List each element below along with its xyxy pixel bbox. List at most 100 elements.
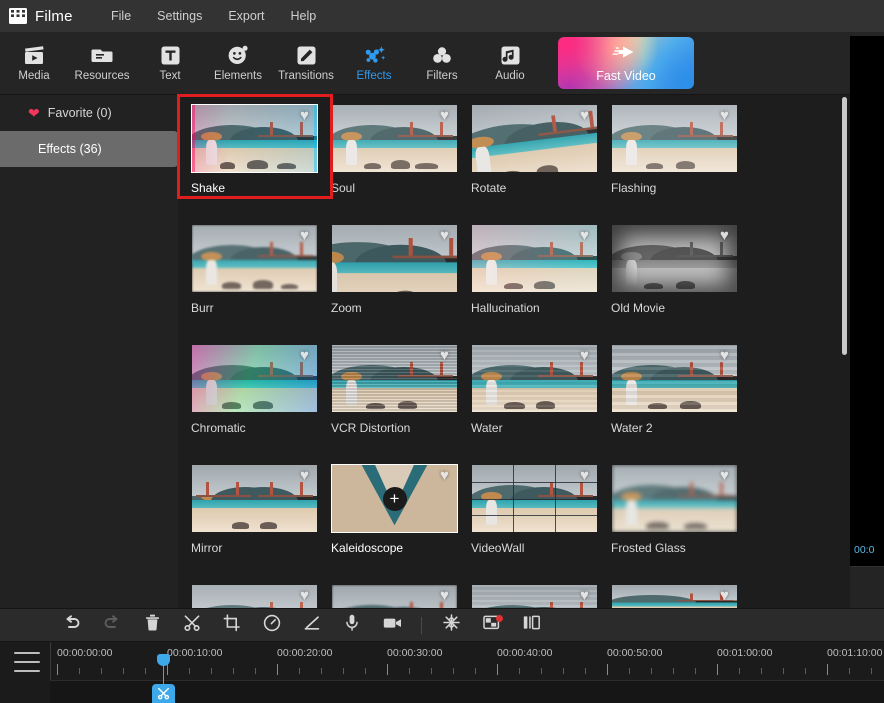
effect-thumbnail[interactable]: ♥ <box>191 224 318 293</box>
plus-icon[interactable]: + <box>382 486 407 511</box>
effect-card-row5-1[interactable]: ♥ <box>191 584 331 608</box>
playhead-knob[interactable] <box>157 654 170 666</box>
speed-button[interactable] <box>252 608 292 642</box>
effect-card-chromatic[interactable]: ♥ Chromatic <box>191 344 331 435</box>
voiceover-button[interactable] <box>332 608 372 642</box>
effect-thumbnail[interactable]: ♥ <box>611 344 738 413</box>
color-adjust-button[interactable] <box>292 608 332 642</box>
effect-thumbnail[interactable]: ♥ <box>331 104 458 173</box>
split-button[interactable] <box>172 608 212 642</box>
tab-transitions[interactable]: Transitions <box>272 32 340 95</box>
favorite-heart-icon[interactable]: ♥ <box>436 468 453 484</box>
effect-card-vcr-distortion[interactable]: ♥ VCR Distortion <box>331 344 471 435</box>
tab-text[interactable]: Text <box>136 32 204 95</box>
effect-card-videowall[interactable]: ♥ VideoWall <box>471 464 611 555</box>
effect-card-row5-4[interactable]: ♥ <box>611 584 751 608</box>
fast-video-button[interactable]: Fast Video <box>558 37 694 89</box>
effect-thumbnail[interactable]: ♥ <box>191 104 318 173</box>
favorite-heart-icon[interactable]: ♥ <box>296 348 313 364</box>
tab-filters[interactable]: Filters <box>408 32 476 95</box>
favorite-heart-icon[interactable]: ♥ <box>716 588 733 604</box>
effect-card-burr[interactable]: ♥ Burr <box>191 224 331 315</box>
menu-item-file[interactable]: File <box>111 9 131 23</box>
record-screen-button[interactable] <box>372 608 412 642</box>
effect-card-water-2[interactable]: ♥ Water 2 <box>611 344 751 435</box>
favorite-heart-icon[interactable]: ♥ <box>576 108 593 124</box>
favorite-heart-icon[interactable]: ♥ <box>576 468 593 484</box>
ruler-tick <box>827 664 828 675</box>
effect-thumbnail[interactable]: ♥ <box>331 224 458 293</box>
sidebar-item-favorite[interactable]: ❤ Favorite (0) <box>0 95 178 131</box>
effect-thumbnail[interactable]: ♥ <box>471 104 598 173</box>
favorite-heart-icon[interactable]: ♥ <box>576 348 593 364</box>
favorite-heart-icon[interactable]: ♥ <box>296 588 313 604</box>
sidebar-item-effects[interactable]: Effects (36) <box>0 131 178 167</box>
timeline-ruler[interactable]: 00:00:00:00 00:00:10:00 00:00:20:00 00:0… <box>50 642 884 680</box>
effect-thumbnail[interactable]: ♥ <box>471 224 598 293</box>
ruler-tick <box>343 668 344 674</box>
effect-card-row5-2[interactable]: ♥ <box>331 584 471 608</box>
menu-item-settings[interactable]: Settings <box>157 9 202 23</box>
effect-thumbnail[interactable]: ♥ <box>611 224 738 293</box>
green-screen-button[interactable] <box>471 608 511 642</box>
favorite-heart-icon[interactable]: ♥ <box>296 108 313 124</box>
tab-text-label: Text <box>159 70 181 83</box>
timeline-playhead[interactable] <box>152 654 175 703</box>
favorite-heart-icon[interactable]: ♥ <box>436 348 453 364</box>
redo-button[interactable] <box>92 608 132 642</box>
tab-audio[interactable]: Audio <box>476 32 544 95</box>
favorite-heart-icon[interactable]: ♥ <box>436 588 453 604</box>
tab-elements[interactable]: Elements <box>204 32 272 95</box>
delete-button[interactable] <box>132 608 172 642</box>
effect-thumbnail[interactable]: ♥ <box>471 344 598 413</box>
playhead-split-button[interactable] <box>152 684 175 703</box>
favorite-heart-icon[interactable]: ♥ <box>436 108 453 124</box>
effect-card-row5-3[interactable]: ♥ <box>471 584 611 608</box>
effect-thumbnail[interactable]: ♥ <box>471 584 598 608</box>
favorite-heart-icon[interactable]: ♥ <box>716 108 733 124</box>
effect-thumbnail[interactable]: ♥ <box>611 104 738 173</box>
favorite-heart-icon[interactable]: ♥ <box>576 228 593 244</box>
undo-button[interactable] <box>52 608 92 642</box>
crop-button[interactable] <box>212 608 252 642</box>
effects-button[interactable] <box>431 608 471 642</box>
effects-grid-scrollbar[interactable] <box>842 95 847 608</box>
ruler-tick <box>563 668 564 674</box>
tab-effects[interactable]: Effects <box>340 32 408 95</box>
effect-card-kaleidoscope[interactable]: + ♥ Kaleidoscope <box>331 464 471 555</box>
menu-item-help[interactable]: Help <box>290 9 316 23</box>
effect-card-water[interactable]: ♥ Water <box>471 344 611 435</box>
split-screen-button[interactable] <box>511 608 551 642</box>
effect-thumbnail[interactable]: ♥ <box>191 464 318 533</box>
effect-card-hallucination[interactable]: ♥ Hallucination <box>471 224 611 315</box>
timeline-tracks[interactable] <box>50 680 884 703</box>
effect-thumbnail[interactable]: ♥ <box>611 584 738 608</box>
favorite-heart-icon[interactable]: ♥ <box>716 228 733 244</box>
effect-card-rotate[interactable]: ♥ Rotate <box>471 104 611 195</box>
favorite-heart-icon[interactable]: ♥ <box>716 468 733 484</box>
effect-card-flashing[interactable]: ♥ Flashing <box>611 104 751 195</box>
effect-thumbnail[interactable]: ♥ <box>611 464 738 533</box>
effect-card-shake[interactable]: ♥ Shake <box>191 104 331 195</box>
effect-card-zoom[interactable]: ♥ Zoom <box>331 224 471 315</box>
effect-card-soul[interactable]: ♥ Soul <box>331 104 471 195</box>
effect-thumbnail[interactable]: ♥ <box>191 584 318 608</box>
tab-media[interactable]: Media <box>0 32 68 95</box>
favorite-heart-icon[interactable]: ♥ <box>576 588 593 604</box>
effect-card-frosted-glass[interactable]: ♥ Frosted Glass <box>611 464 751 555</box>
favorite-heart-icon[interactable]: ♥ <box>296 228 313 244</box>
favorite-heart-icon[interactable]: ♥ <box>436 228 453 244</box>
effect-thumbnail[interactable]: ♥ <box>331 344 458 413</box>
effect-thumbnail[interactable]: ♥ <box>471 464 598 533</box>
effect-thumbnail[interactable]: ♥ <box>331 584 458 608</box>
effect-thumbnail[interactable]: ♥ <box>191 344 318 413</box>
menu-item-export[interactable]: Export <box>228 9 264 23</box>
favorite-heart-icon[interactable]: ♥ <box>296 468 313 484</box>
scrollbar-thumb[interactable] <box>842 97 847 355</box>
tab-resources[interactable]: Resources <box>68 32 136 95</box>
favorite-heart-icon[interactable]: ♥ <box>716 348 733 364</box>
timeline-menu-button[interactable] <box>14 652 40 672</box>
effect-card-old-movie[interactable]: ♥ Old Movie <box>611 224 751 315</box>
effect-card-mirror[interactable]: ♥ Mirror <box>191 464 331 555</box>
effect-thumbnail[interactable]: + ♥ <box>331 464 458 533</box>
